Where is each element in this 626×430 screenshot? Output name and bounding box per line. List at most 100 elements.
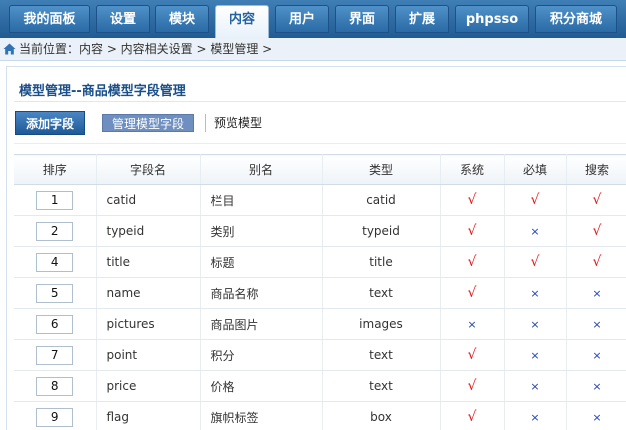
system-cell: √ bbox=[440, 401, 505, 430]
tab-extensions[interactable]: 扩展 bbox=[395, 5, 449, 33]
alias-cell: 标题 bbox=[200, 246, 323, 278]
check-icon: √ bbox=[592, 192, 602, 208]
alias-cell: 旗帜标签 bbox=[200, 401, 323, 430]
search-cell: × bbox=[566, 339, 626, 371]
order-cell: 6 bbox=[14, 308, 97, 340]
cross-icon: × bbox=[530, 380, 540, 393]
tab-settings[interactable]: 设置 bbox=[96, 5, 150, 33]
col-header-field-name: 字段名 bbox=[96, 154, 201, 185]
order-input[interactable]: 7 bbox=[36, 345, 74, 365]
alias-cell: 类别 bbox=[200, 215, 323, 247]
cross-icon: × bbox=[530, 225, 540, 238]
order-cell: 2 bbox=[14, 215, 97, 247]
type-cell: text bbox=[322, 339, 441, 371]
col-header-required: 必填 bbox=[504, 154, 567, 185]
cross-icon: × bbox=[467, 318, 477, 331]
tab-content[interactable]: 内容 bbox=[215, 5, 269, 38]
fields-table: 排序 字段名 别名 类型 系统 必填 搜索 1 catid 栏目 catid √ √ √ 2 t… bbox=[14, 154, 626, 430]
field-name-cell: point bbox=[96, 339, 201, 371]
col-header-order[interactable]: 排序 bbox=[14, 154, 97, 185]
field-name-cell: price bbox=[96, 370, 201, 402]
col-header-type: 类型 bbox=[322, 154, 441, 185]
alias-cell: 价格 bbox=[200, 370, 323, 402]
type-cell: text bbox=[322, 277, 441, 309]
cross-icon: × bbox=[592, 411, 602, 424]
preview-model-link[interactable]: 预览模型 bbox=[214, 114, 262, 132]
system-cell: √ bbox=[440, 277, 505, 309]
order-input[interactable]: 4 bbox=[36, 252, 74, 272]
table-row: 7 point 积分 text √ × × bbox=[14, 339, 626, 371]
system-cell: × bbox=[440, 308, 505, 340]
type-cell: images bbox=[322, 308, 441, 340]
required-cell: × bbox=[504, 308, 567, 340]
table-row: 9 flag 旗帜标签 box √ × × bbox=[14, 401, 626, 430]
alias-cell: 商品名称 bbox=[200, 277, 323, 309]
tab-phpsso[interactable]: phpsso bbox=[455, 5, 529, 33]
tab-modules[interactable]: 模块 bbox=[155, 5, 209, 33]
order-input[interactable]: 9 bbox=[36, 407, 74, 427]
field-name-cell: pictures bbox=[96, 308, 201, 340]
order-cell: 5 bbox=[14, 277, 97, 309]
table-header-row: 排序 字段名 别名 类型 系统 必填 搜索 bbox=[14, 154, 626, 185]
cross-icon: × bbox=[592, 287, 602, 300]
search-cell: × bbox=[566, 308, 626, 340]
check-icon: √ bbox=[530, 254, 540, 270]
order-input[interactable]: 2 bbox=[36, 221, 74, 241]
field-name-cell: catid bbox=[96, 184, 201, 216]
search-cell: √ bbox=[566, 184, 626, 216]
order-input[interactable]: 1 bbox=[36, 190, 74, 210]
order-input[interactable]: 8 bbox=[36, 376, 74, 396]
breadcrumb: 当前位置：内容 > 内容相关设置 > 模型管理 > bbox=[0, 38, 626, 61]
order-input[interactable]: 6 bbox=[36, 314, 74, 334]
type-cell: typeid bbox=[322, 215, 441, 247]
add-field-button[interactable]: 添加字段 bbox=[15, 111, 85, 135]
table-row: 2 typeid 类别 typeid √ × √ bbox=[14, 215, 626, 247]
title-divider bbox=[14, 101, 626, 102]
tab-my-panel[interactable]: 我的面板 bbox=[9, 5, 90, 33]
required-cell: × bbox=[504, 277, 567, 309]
order-cell: 9 bbox=[14, 401, 97, 430]
toolbar-separator bbox=[205, 114, 206, 132]
search-cell: × bbox=[566, 401, 626, 430]
required-cell: × bbox=[504, 401, 567, 430]
required-cell: √ bbox=[504, 184, 567, 216]
field-name-cell: typeid bbox=[96, 215, 201, 247]
top-navigation: 我的面板 设置 模块 内容 用户 界面 扩展 phpsso 积分商城 bbox=[0, 0, 626, 38]
order-cell: 8 bbox=[14, 370, 97, 402]
check-icon: √ bbox=[467, 285, 477, 301]
system-cell: √ bbox=[440, 246, 505, 278]
search-cell: × bbox=[566, 277, 626, 309]
cross-icon: × bbox=[592, 380, 602, 393]
tab-users[interactable]: 用户 bbox=[275, 5, 329, 33]
check-icon: √ bbox=[467, 378, 477, 394]
required-cell: × bbox=[504, 215, 567, 247]
type-cell: catid bbox=[322, 184, 441, 216]
check-icon: √ bbox=[467, 409, 477, 425]
type-cell: text bbox=[322, 370, 441, 402]
manage-fields-button[interactable]: 管理模型字段 bbox=[102, 114, 194, 132]
system-cell: √ bbox=[440, 370, 505, 402]
type-cell: box bbox=[322, 401, 441, 430]
tab-points-mall[interactable]: 积分商城 bbox=[535, 5, 617, 33]
col-header-system: 系统 bbox=[440, 154, 505, 185]
order-cell: 4 bbox=[14, 246, 97, 278]
table-row: 6 pictures 商品图片 images × × × bbox=[14, 308, 626, 340]
cross-icon: × bbox=[592, 318, 602, 331]
check-icon: √ bbox=[467, 254, 477, 270]
check-icon: √ bbox=[592, 254, 602, 270]
home-icon[interactable] bbox=[3, 43, 16, 55]
field-name-cell: title bbox=[96, 246, 201, 278]
cross-icon: × bbox=[530, 318, 540, 331]
cross-icon: × bbox=[530, 411, 540, 424]
toolbar-divider bbox=[14, 143, 626, 144]
search-cell: √ bbox=[566, 215, 626, 247]
alias-cell: 商品图片 bbox=[200, 308, 323, 340]
required-cell: √ bbox=[504, 246, 567, 278]
breadcrumb-text: 当前位置：内容 > 内容相关设置 > 模型管理 > bbox=[19, 42, 273, 56]
order-input[interactable]: 5 bbox=[36, 283, 74, 303]
order-cell: 1 bbox=[14, 184, 97, 216]
required-cell: × bbox=[504, 339, 567, 371]
col-header-alias: 别名 bbox=[200, 154, 323, 185]
check-icon: √ bbox=[467, 192, 477, 208]
tab-interface[interactable]: 界面 bbox=[335, 5, 389, 33]
